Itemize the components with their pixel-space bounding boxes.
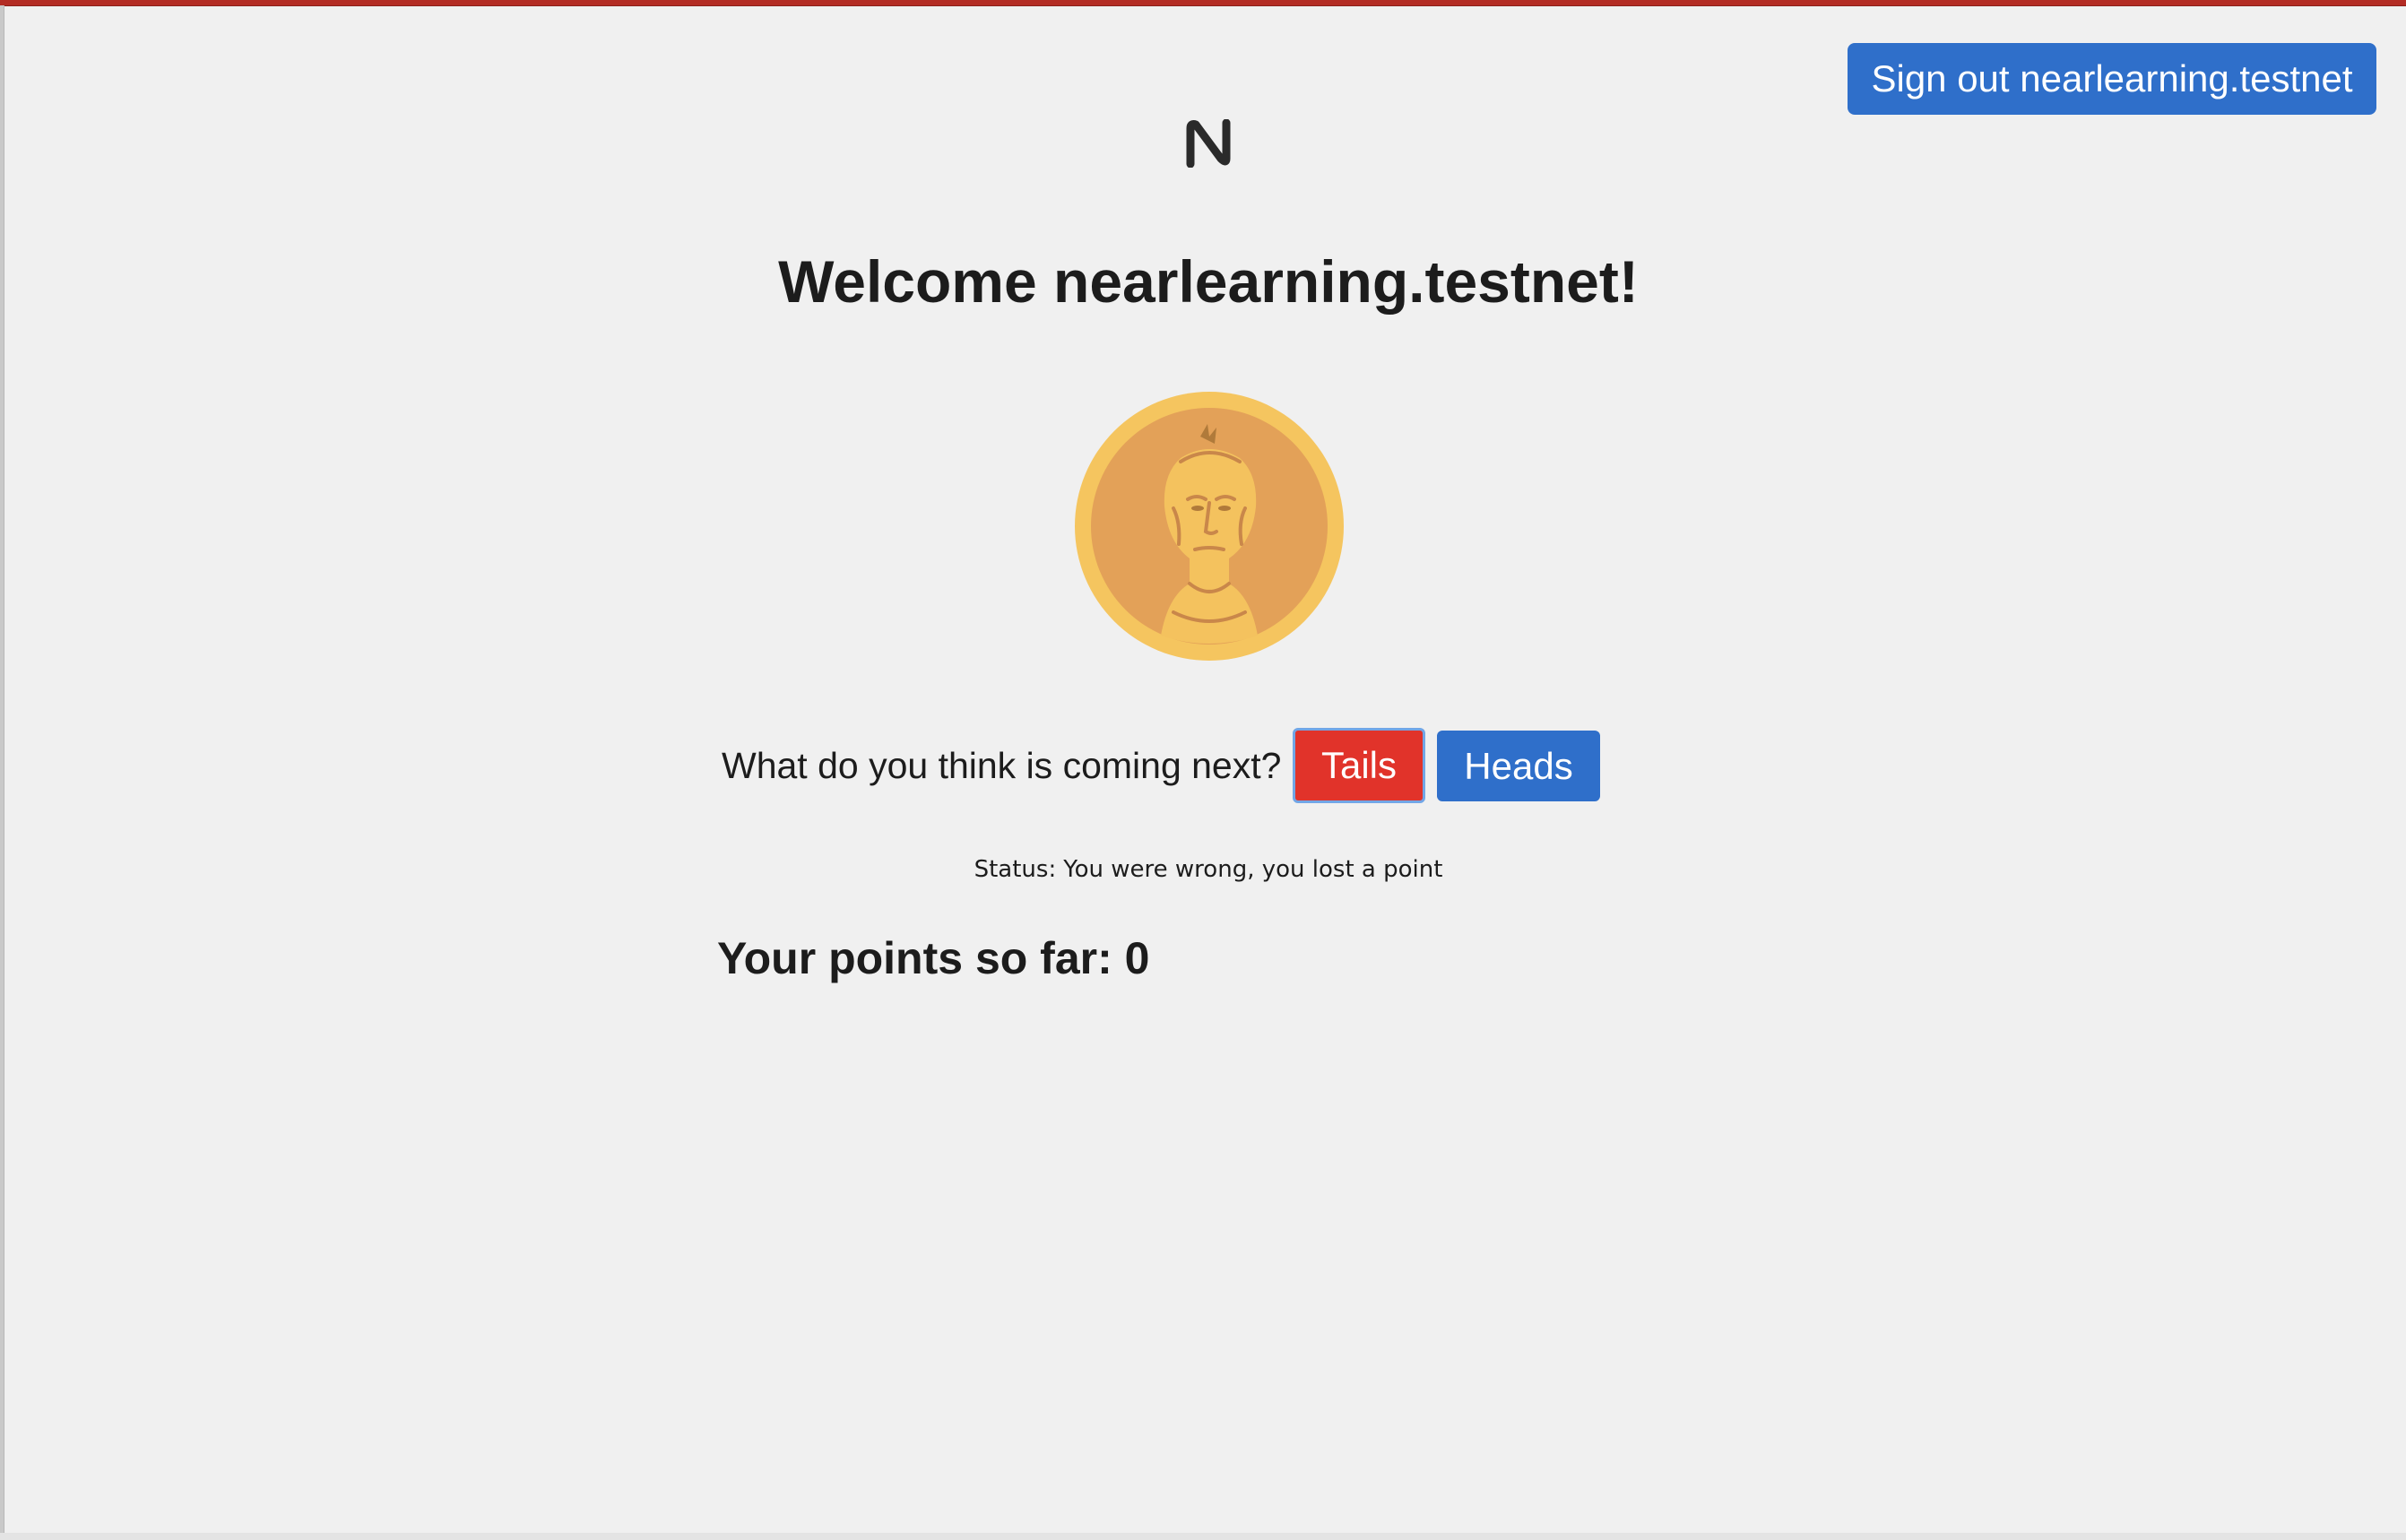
- status-message: You were wrong, you lost a point: [1063, 856, 1443, 883]
- question-text: What do you think is coming next?: [722, 745, 1282, 786]
- tails-button[interactable]: Tails: [1293, 728, 1425, 803]
- heads-button[interactable]: Heads: [1437, 731, 1600, 801]
- points-label: Your points so far:: [717, 933, 1112, 983]
- window-bottom-edge: [0, 1533, 2406, 1540]
- status-line: Status: You were wrong, you lost a point: [0, 852, 2406, 887]
- points-heading: Your points so far: 0: [717, 927, 1149, 990]
- guess-row: What do you think is coming next? Tails …: [0, 728, 2406, 803]
- status-label: Status:: [974, 856, 1057, 883]
- browser-top-edge: [0, 0, 2406, 6]
- near-logo-icon: [1186, 119, 1231, 168]
- welcome-heading: Welcome nearlearning.testnet!: [778, 248, 1639, 315]
- sign-out-button[interactable]: Sign out nearlearning.testnet: [1848, 43, 2376, 115]
- coin-portrait-icon: [1075, 392, 1344, 661]
- points-value: 0: [1124, 933, 1150, 983]
